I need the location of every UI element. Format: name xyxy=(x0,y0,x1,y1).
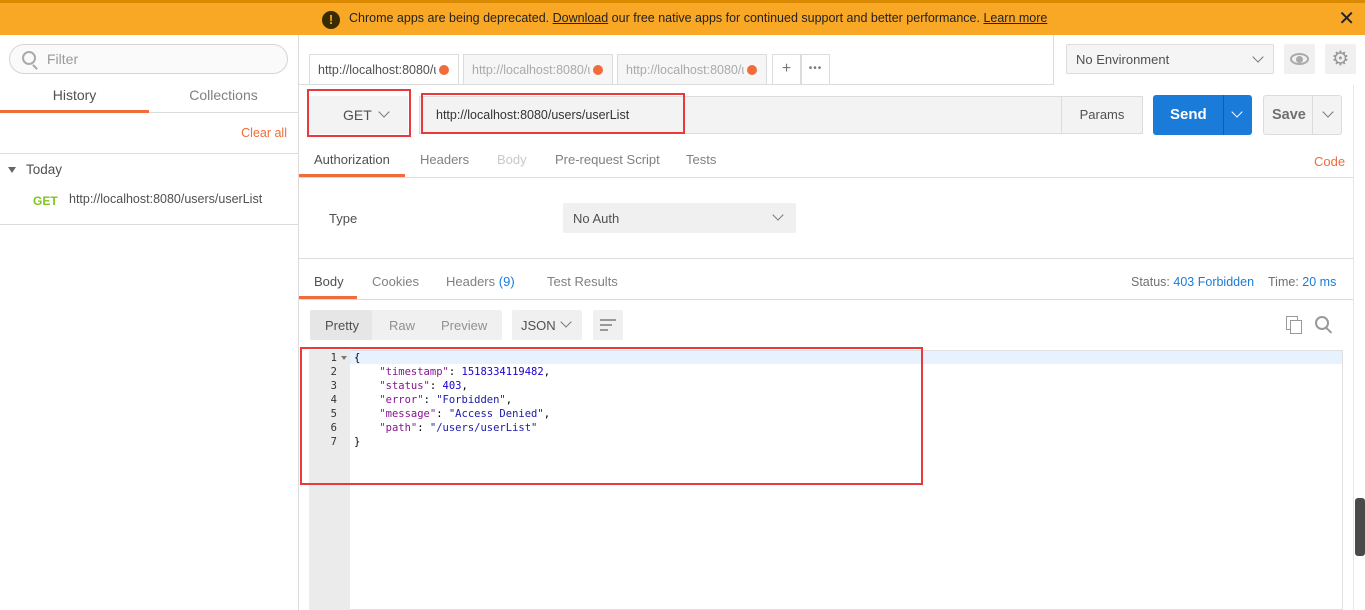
deprecation-banner: ! Chrome apps are being deprecated. Down… xyxy=(0,0,1365,35)
tab-history[interactable]: History xyxy=(0,83,149,113)
sidebar: Filter History Collections Clear all Tod… xyxy=(0,35,299,610)
time-value: 20 ms xyxy=(1302,275,1337,289)
more-tabs-button[interactable]: ••• xyxy=(801,54,830,84)
clear-all-button[interactable]: Clear all xyxy=(241,126,287,140)
learn-more-link[interactable]: Learn more xyxy=(983,11,1047,25)
caret-down-icon xyxy=(8,167,16,174)
banner-message: Chrome apps are being deprecated. Downlo… xyxy=(349,11,1048,25)
auth-type-label: Type xyxy=(329,211,358,226)
divider xyxy=(299,177,1353,178)
search-icon[interactable] xyxy=(1315,316,1333,334)
chevron-down-icon xyxy=(1252,51,1264,63)
tab-tests[interactable]: Tests xyxy=(686,152,716,167)
pretty-button[interactable]: Pretty xyxy=(310,310,372,340)
close-icon[interactable]: ✕ xyxy=(1338,8,1355,30)
response-tab-test-results[interactable]: Test Results xyxy=(547,274,618,289)
history-group-today[interactable]: Today xyxy=(8,162,62,177)
format-toggle-group: Pretty Raw Preview xyxy=(310,310,502,340)
tab-headers[interactable]: Headers xyxy=(420,152,469,167)
request-tab-title: http://localhost:8080/users/userList xyxy=(472,63,590,77)
tab-pre-request-script[interactable]: Pre-request Script xyxy=(555,152,660,167)
highlight-box xyxy=(307,89,411,137)
wrap-lines-icon[interactable] xyxy=(593,310,623,340)
send-button[interactable]: Send xyxy=(1153,95,1252,135)
format-type-select[interactable]: JSON xyxy=(512,310,582,340)
unsaved-dot-icon xyxy=(747,65,757,75)
chevron-down-icon xyxy=(560,316,572,328)
download-link[interactable]: Download xyxy=(553,11,609,25)
raw-button[interactable]: Raw xyxy=(389,318,415,333)
unsaved-dot-icon xyxy=(439,65,449,75)
request-tab[interactable]: http://localhost:8080/users/userList xyxy=(617,54,767,84)
request-tab[interactable]: http://localhost:8080/users/userList xyxy=(463,54,613,84)
response-status: Status: 403 Forbidden xyxy=(1131,275,1255,289)
tab-body[interactable]: Body xyxy=(497,152,527,167)
divider xyxy=(0,153,299,154)
auth-type-select[interactable]: No Auth xyxy=(563,203,796,233)
chevron-down-icon[interactable] xyxy=(1231,106,1243,118)
divider xyxy=(1353,85,1354,610)
params-button[interactable]: Params xyxy=(1061,96,1143,134)
search-icon xyxy=(22,51,36,65)
divider xyxy=(299,84,1053,85)
save-button[interactable]: Save xyxy=(1263,95,1342,135)
history-item-url: http://localhost:8080/users/userList xyxy=(69,192,263,206)
request-tab-title: http://localhost:8080/users/userList xyxy=(318,63,436,77)
history-item-method: GET xyxy=(33,194,58,208)
scrollbar-handle[interactable] xyxy=(1355,498,1365,556)
gear-icon[interactable]: ⚙ xyxy=(1325,44,1356,74)
response-tab-cookies[interactable]: Cookies xyxy=(372,274,419,289)
history-item[interactable]: GET http://localhost:8080/users/userList xyxy=(0,187,299,224)
chevron-down-icon[interactable] xyxy=(1322,106,1334,118)
add-tab-button[interactable]: + xyxy=(772,54,801,84)
tab-collections[interactable]: Collections xyxy=(149,83,298,113)
tab-authorization[interactable]: Authorization xyxy=(314,152,390,167)
environment-select[interactable]: No Environment xyxy=(1066,44,1274,74)
status-value: 403 Forbidden xyxy=(1173,275,1255,289)
preview-button[interactable]: Preview xyxy=(441,318,487,333)
chevron-down-icon xyxy=(772,209,784,221)
response-tab-headers[interactable]: Headers (9) xyxy=(446,274,515,289)
code-link[interactable]: Code xyxy=(1314,154,1345,169)
divider xyxy=(0,224,299,225)
divider xyxy=(299,299,1353,300)
divider xyxy=(1053,35,1054,85)
unsaved-dot-icon xyxy=(593,65,603,75)
environment-quick-look-button[interactable] xyxy=(1284,44,1315,74)
copy-icon[interactable] xyxy=(1286,316,1303,335)
filter-input[interactable]: Filter xyxy=(9,44,288,74)
highlight-box xyxy=(300,347,923,485)
response-tab-body[interactable]: Body xyxy=(314,274,344,289)
response-time: Time: 20 ms xyxy=(1268,275,1337,289)
request-tab[interactable]: http://localhost:8080/users/userList xyxy=(309,54,459,84)
divider xyxy=(299,258,1353,259)
headers-count-badge: (9) xyxy=(498,274,515,289)
warning-icon: ! xyxy=(322,11,340,29)
request-tab-title: http://localhost:8080/users/userList xyxy=(626,63,744,77)
highlight-box xyxy=(421,93,685,134)
